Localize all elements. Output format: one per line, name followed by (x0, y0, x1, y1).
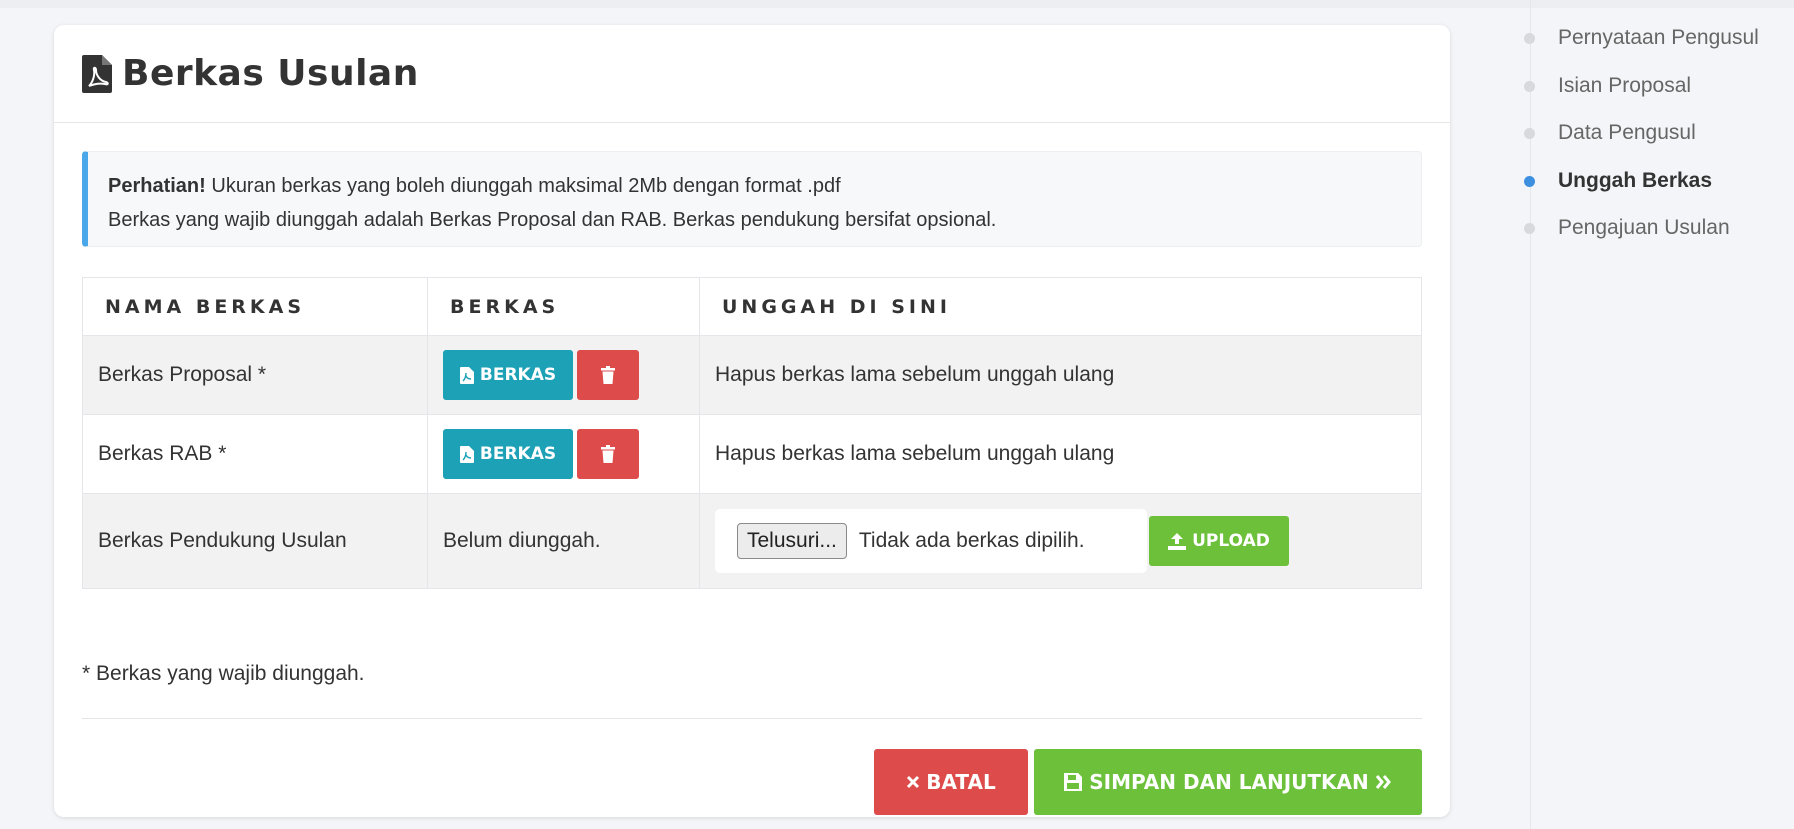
row-proposal-upload-note: Hapus berkas lama sebelum unggah ulang (699, 335, 1422, 415)
required-note: * Berkas yang wajib diunggah. (82, 662, 365, 685)
card-header: Berkas Usulan (54, 25, 1450, 123)
step-unggah-berkas[interactable]: Unggah Berkas (1524, 169, 1712, 193)
alert-line-1-text: Ukuran berkas yang boleh diunggah maksim… (205, 175, 841, 197)
upload-icon (1168, 532, 1187, 550)
row-proposal-actions: BERKAS (427, 335, 700, 415)
table-header-row: NAMA BERKAS BERKAS UNGGAH DI SINI (82, 277, 1422, 336)
save-and-continue-label: SIMPAN DAN LANJUTKAN (1089, 770, 1369, 794)
row-pendukung-status: Belum diunggah. (427, 493, 700, 589)
file-input-value: Tidak ada berkas dipilih. (858, 529, 1085, 552)
attention-alert: Perhatian! Ukuran berkas yang boleh diun… (82, 151, 1422, 247)
step-label: Data Pengusul (1558, 121, 1696, 144)
row-pendukung-upload: Telusuri... Tidak ada berkas dipilih. UP… (699, 493, 1422, 589)
file-pdf-icon (459, 445, 474, 463)
row-pendukung-name: Berkas Pendukung Usulan (82, 493, 428, 589)
step-dot (1524, 80, 1535, 92)
divider (82, 718, 1422, 719)
browse-button[interactable]: Telusuri... (737, 523, 847, 559)
row-rab-name: Berkas RAB * (82, 414, 428, 494)
steps-sidebar: Pernyataan Pengusul Isian Proposal Data … (1524, 0, 1794, 829)
step-label: Pengajuan Usulan (1558, 216, 1730, 239)
upload-button[interactable]: UPLOAD (1149, 516, 1289, 566)
upload-button-label: UPLOAD (1192, 531, 1270, 551)
top-strip (0, 0, 1794, 8)
step-dot (1524, 32, 1535, 44)
save-icon (1064, 773, 1083, 791)
view-rab-file-button[interactable]: BERKAS (443, 429, 573, 479)
table-row-proposal: Berkas Proposal * BERKAS Hapus berkas la… (82, 335, 1422, 415)
page-title-text: Berkas Usulan (122, 53, 419, 94)
step-dot (1524, 127, 1535, 139)
table-row-rab: Berkas RAB * BERKAS Hapus berkas lama se… (82, 414, 1422, 494)
step-pernyataan-pengusul[interactable]: Pernyataan Pengusul (1524, 26, 1759, 50)
file-input[interactable]: Telusuri... Tidak ada berkas dipilih. (715, 509, 1147, 573)
save-and-continue-button[interactable]: SIMPAN DAN LANJUTKAN (1034, 749, 1422, 815)
page-title: Berkas Usulan (82, 53, 419, 94)
step-label: Pernyataan Pengusul (1558, 26, 1759, 49)
alert-line-2: Berkas yang wajib diunggah adalah Berkas… (108, 209, 997, 231)
row-rab-actions: BERKAS (427, 414, 700, 494)
step-label: Isian Proposal (1558, 74, 1692, 97)
step-label: Unggah Berkas (1558, 169, 1713, 192)
close-icon (907, 775, 920, 789)
view-proposal-file-label: BERKAS (479, 365, 557, 385)
header-nama-berkas: NAMA BERKAS (82, 277, 428, 336)
trash-icon (601, 366, 615, 384)
cancel-button[interactable]: BATAL (874, 749, 1028, 815)
delete-proposal-file-button[interactable] (577, 350, 639, 400)
trash-icon (601, 445, 615, 463)
upload-card: Berkas Usulan Perhatian! Ukuran berkas y… (54, 25, 1450, 817)
alert-line-1: Perhatian! Ukuran berkas yang boleh diun… (108, 169, 1421, 203)
file-pdf-icon (82, 54, 112, 93)
row-rab-upload-note: Hapus berkas lama sebelum unggah ulang (699, 414, 1422, 494)
files-table: NAMA BERKAS BERKAS UNGGAH DI SINI Berkas… (82, 277, 1422, 589)
table-row-pendukung: Berkas Pendukung Usulan Belum diunggah. … (82, 493, 1422, 589)
step-dot-active (1524, 175, 1535, 187)
header-unggah-di-sini: UNGGAH DI SINI (699, 277, 1422, 336)
file-pdf-icon (459, 366, 474, 384)
step-isian-proposal[interactable]: Isian Proposal (1524, 74, 1691, 98)
form-actions: BATAL SIMPAN DAN LANJUTKAN (874, 749, 1422, 815)
delete-rab-file-button[interactable] (577, 429, 639, 479)
alert-strong: Perhatian! (108, 175, 206, 197)
view-rab-file-label: BERKAS (479, 444, 557, 464)
header-berkas: BERKAS (427, 277, 700, 336)
cancel-button-label: BATAL (926, 770, 996, 794)
double-chevron-right-icon (1375, 775, 1391, 789)
row-proposal-name: Berkas Proposal * (82, 335, 428, 415)
step-pengajuan-usulan[interactable]: Pengajuan Usulan (1524, 216, 1730, 240)
step-dot (1524, 222, 1535, 234)
view-proposal-file-button[interactable]: BERKAS (443, 350, 573, 400)
step-data-pengusul[interactable]: Data Pengusul (1524, 121, 1696, 145)
